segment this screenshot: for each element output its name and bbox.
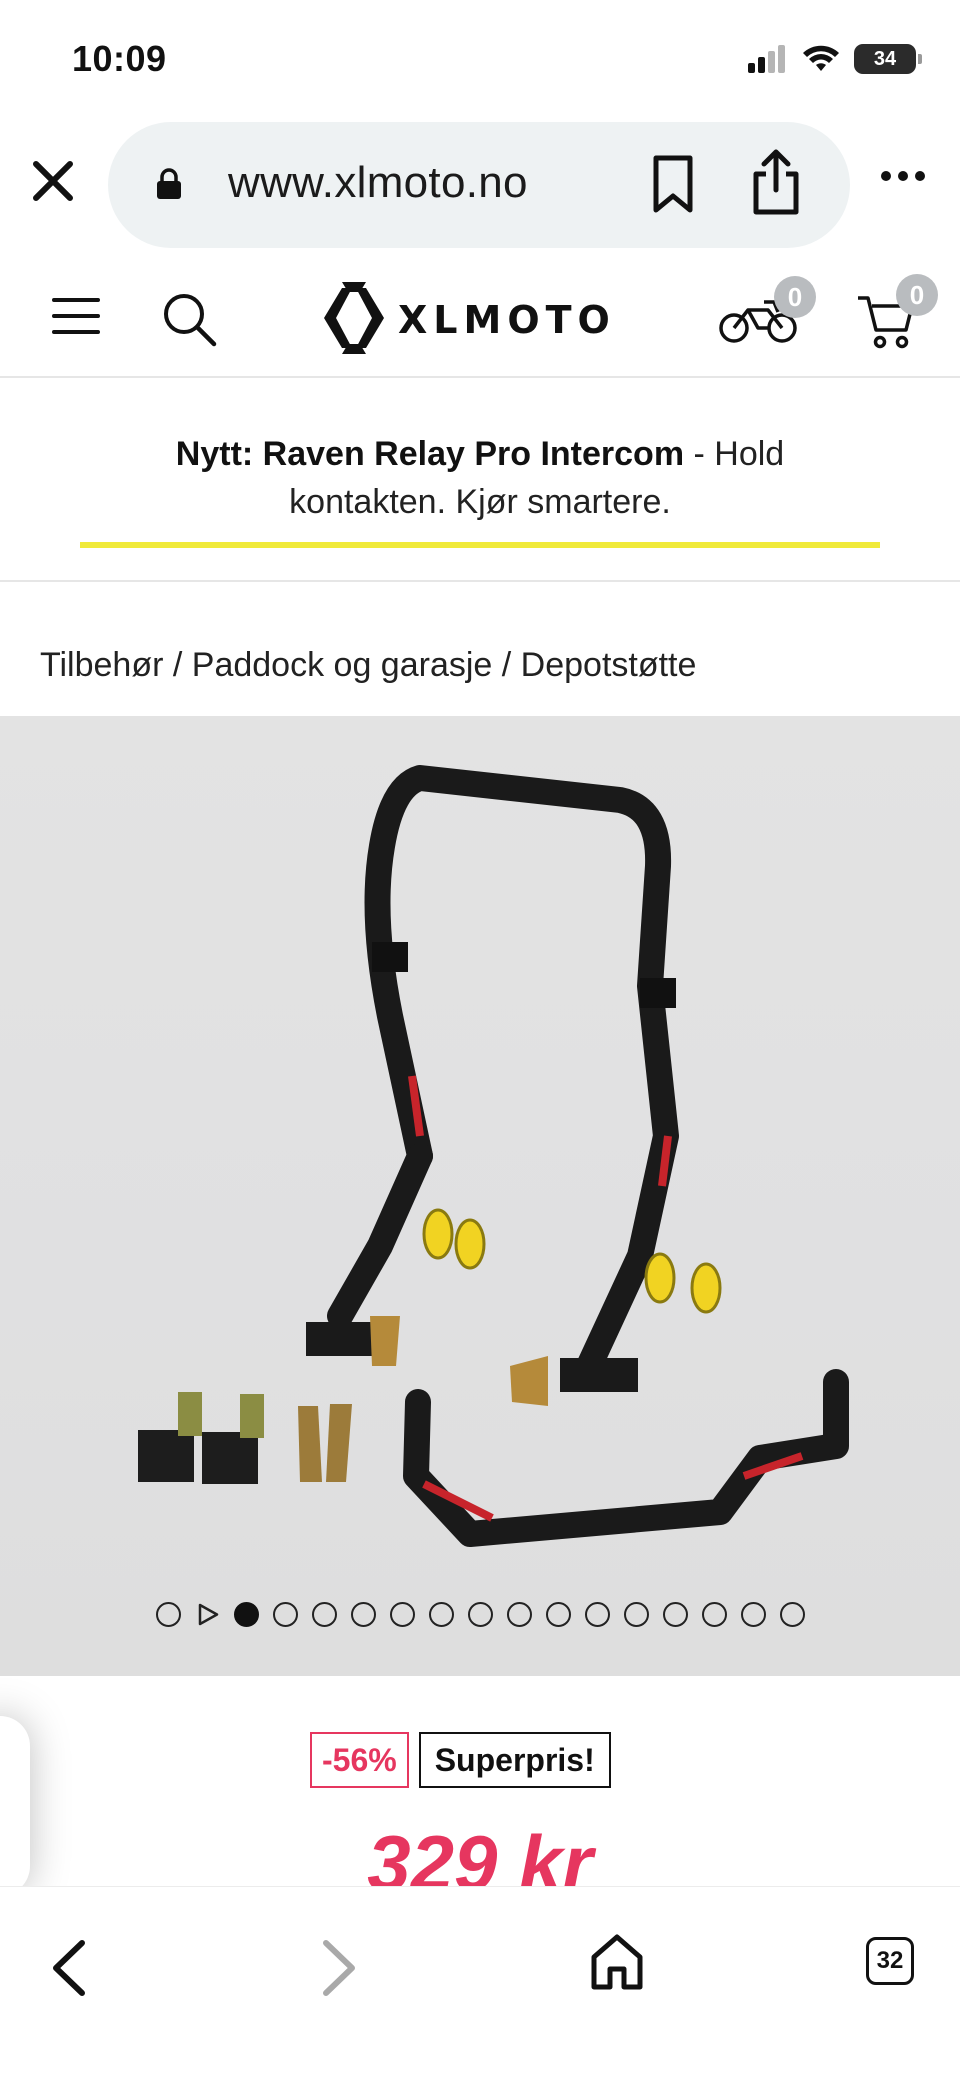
breadcrumb-item[interactable]: Paddock og garasje — [192, 646, 493, 684]
carousel-dots — [156, 1602, 805, 1627]
carousel-dot[interactable] — [741, 1602, 766, 1627]
breadcrumb-separator: / — [163, 646, 192, 684]
promo-badge: Superpris! — [418, 1732, 611, 1788]
xlmoto-logo[interactable]: XLMOTO — [318, 278, 648, 363]
carousel-dot[interactable] — [624, 1602, 649, 1627]
menu-icon[interactable] — [52, 296, 100, 336]
url-text: www.xlmoto.no — [228, 158, 528, 207]
breadcrumb-item[interactable]: Depotstøtte — [521, 646, 697, 684]
carousel-dot[interactable] — [507, 1602, 532, 1627]
browser-toolbar: 32 — [0, 1886, 960, 2078]
carousel-dot[interactable] — [468, 1602, 493, 1627]
close-icon[interactable] — [28, 156, 78, 206]
breadcrumb-separator: / — [492, 646, 521, 684]
logo-text: XLMOTO — [398, 298, 616, 342]
carousel-dot[interactable] — [273, 1602, 298, 1627]
garage-count-badge: 0 — [774, 276, 816, 318]
lock-icon — [157, 168, 181, 199]
site-header: XLMOTO 0 0 — [0, 262, 960, 378]
forward-icon[interactable] — [318, 1937, 360, 1999]
more-options-icon[interactable] — [880, 170, 926, 182]
carousel-dot[interactable] — [390, 1602, 415, 1627]
search-icon[interactable] — [160, 290, 218, 348]
announcement-text: Nytt: Raven Relay Pro Intercom - Hold ko… — [100, 430, 860, 526]
breadcrumb-item[interactable]: Tilbehør — [40, 646, 163, 684]
home-icon[interactable] — [590, 1933, 644, 1991]
wifi-icon — [803, 45, 839, 71]
status-time: 10:09 — [72, 38, 167, 79]
product-image-carousel[interactable] — [0, 716, 960, 1676]
carousel-dot[interactable] — [156, 1602, 181, 1627]
share-icon[interactable] — [748, 146, 804, 218]
carousel-dot-active[interactable] — [234, 1602, 259, 1627]
carousel-dot[interactable] — [351, 1602, 376, 1627]
carousel-dot[interactable] — [702, 1602, 727, 1627]
url-field[interactable]: www.xlmoto.no — [108, 122, 850, 248]
announcement-banner[interactable]: Nytt: Raven Relay Pro Intercom - Hold ko… — [0, 380, 960, 582]
paddock-stand-image — [138, 765, 849, 1547]
carousel-dot[interactable] — [780, 1602, 805, 1627]
announcement-underline — [80, 542, 880, 548]
breadcrumb: Tilbehør / Paddock og garasje / Depotstø… — [40, 646, 696, 685]
carousel-dot[interactable] — [312, 1602, 337, 1627]
bookmark-icon[interactable] — [648, 152, 698, 216]
announcement-bold: Nytt: Raven Relay Pro Intercom — [175, 435, 685, 473]
video-play-icon[interactable] — [195, 1602, 220, 1627]
battery-icon: 34 — [854, 44, 922, 74]
signal-icon — [748, 45, 785, 73]
logo-mark: XLMOTO — [324, 282, 616, 354]
discount-badge: -56% — [310, 1732, 409, 1788]
browser-address-bar: www.xlmoto.no — [0, 118, 960, 254]
carousel-dot[interactable] — [546, 1602, 571, 1627]
status-indicators: 34 — [748, 44, 922, 74]
back-icon[interactable] — [48, 1937, 90, 1999]
carousel-dot[interactable] — [429, 1602, 454, 1627]
price-section: -56% Superpris! 329 kr — [0, 1676, 960, 1907]
tabs-count-button[interactable]: 32 — [866, 1937, 914, 1985]
carousel-dot[interactable] — [663, 1602, 688, 1627]
price-badges: -56% Superpris! — [310, 1732, 611, 1788]
status-bar: 10:09 34 — [0, 0, 960, 110]
cart-count-badge: 0 — [896, 274, 938, 316]
carousel-dot[interactable] — [585, 1602, 610, 1627]
